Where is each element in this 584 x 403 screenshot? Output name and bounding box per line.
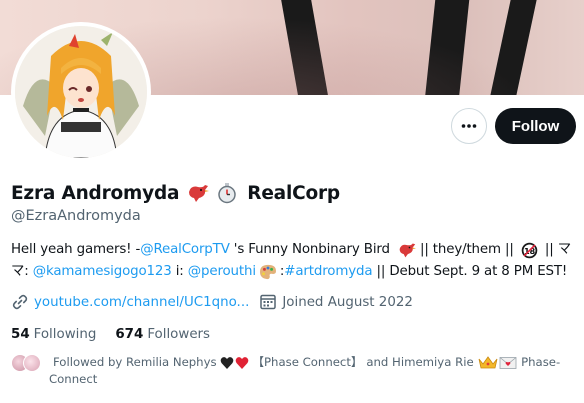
bio-text: マ <box>11 264 25 279</box>
follow-button[interactable]: Follow <box>495 108 576 144</box>
follower-avatar <box>23 353 41 372</box>
follow-stats: 54 Following 674 Followers <box>11 324 229 344</box>
mention-link[interactable]: @perouthi <box>188 261 256 283</box>
following-label: Following <box>33 326 97 342</box>
more-button[interactable] <box>451 108 487 144</box>
eighteen-plus-emoji-icon: 18 <box>521 242 538 258</box>
love-letter-emoji-icon <box>499 356 517 369</box>
website-link[interactable]: youtube.com/channel/UC1qno... <box>34 295 249 310</box>
stopwatch-emoji-icon <box>218 183 237 204</box>
followers-count: 674 <box>115 326 144 342</box>
bio-text: || they/them || <box>419 242 518 257</box>
black-red-hearts-emoji-icon <box>221 356 249 369</box>
avatar-image <box>15 26 147 158</box>
joined-date: Joined August 2022 <box>282 294 413 310</box>
bio-text: Hell yeah gamers! - <box>11 242 141 257</box>
avatar[interactable] <box>11 22 151 162</box>
follower-avatars <box>11 353 41 372</box>
mention-link[interactable]: @kamamesigogo123 <box>33 261 172 283</box>
followers-label: Followers <box>147 326 211 342</box>
bio-line-1: Hell yeah gamers! - @RealCorpTV 's Funny… <box>11 239 577 261</box>
following-link[interactable]: 54 Following <box>11 327 96 342</box>
calendar-icon <box>260 294 277 310</box>
profile-handle: @EzraAndromyda <box>11 208 141 224</box>
following-count: 54 <box>11 326 30 342</box>
profile-bio: Hell yeah gamers! - @RealCorpTV 's Funny… <box>11 239 577 283</box>
display-name: Ezra Andromyda <box>11 182 180 204</box>
bio-text: : <box>24 264 33 279</box>
bio-text: || <box>540 242 558 257</box>
org-name: RealCorp <box>247 182 340 204</box>
link-icon <box>12 294 28 310</box>
followed-by-line-2: Connect <box>11 371 571 388</box>
followed-by-text: and Himemiya Rie <box>362 355 478 369</box>
crown-emoji-icon <box>478 356 498 369</box>
more-dots-icon <box>461 124 477 128</box>
red-bird-emoji-icon <box>399 243 416 258</box>
bio-text: || Debut Sept. 9 at 8 PM EST! <box>372 264 568 279</box>
followed-by-text: Connect <box>49 372 98 386</box>
avatar-illustration <box>15 26 147 158</box>
followed-by[interactable]: Followed by Remilia Nephys 【Phase Connec… <box>11 353 571 388</box>
display-name-row: Ezra Andromyda RealCorp <box>11 180 340 206</box>
bio-text: 's Funny Nonbinary Bird <box>229 242 394 257</box>
bio-text: マ <box>557 242 572 257</box>
profile-meta: youtube.com/channel/UC1qno... Joined Aug… <box>11 291 413 313</box>
followed-by-group: 【Phase Connect】 <box>252 355 363 369</box>
artist-palette-emoji-icon <box>259 264 276 280</box>
followed-by-line-1: Followed by Remilia Nephys 【Phase Connec… <box>11 353 571 372</box>
red-bird-emoji-icon <box>189 185 210 202</box>
bio-line-2: マ : @kamamesigogo123 i: @perouthi : #art… <box>11 261 577 283</box>
followed-by-text: Followed by Remilia Nephys <box>53 355 221 369</box>
hashtag-link[interactable]: #artdromyda <box>284 261 372 283</box>
followed-by-text: Phase- <box>517 355 561 369</box>
mention-link[interactable]: @RealCorpTV <box>140 239 230 261</box>
bio-text: i: <box>171 264 188 279</box>
followers-link[interactable]: 674 Followers <box>115 327 210 342</box>
